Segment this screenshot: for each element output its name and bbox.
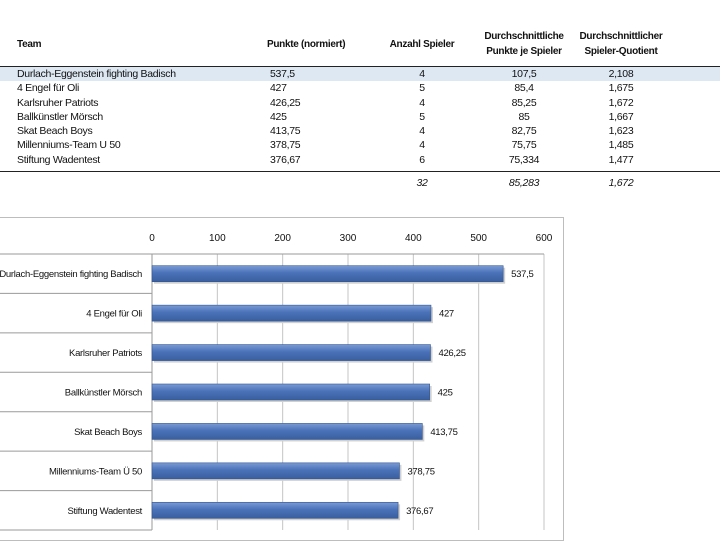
header-team: Team xyxy=(0,22,240,67)
cell-avg: 85,25 xyxy=(511,96,537,109)
bar xyxy=(151,304,432,322)
x-tick-label: 300 xyxy=(340,233,357,244)
header-quotient-line1: Durchschnittlicher xyxy=(579,31,663,42)
team-stats-table: Team Punkte (normiert) Anzahl Spieler Du… xyxy=(0,22,720,195)
x-tick-label: 0 xyxy=(149,233,155,244)
cell-players: 4 xyxy=(419,139,425,152)
header-players: Anzahl Spieler xyxy=(370,22,474,67)
cell-team: Durlach-Eggenstein fighting Badisch xyxy=(0,66,240,82)
bar xyxy=(151,344,431,361)
bar xyxy=(151,423,423,440)
cell-quotient: 1,477 xyxy=(608,153,634,166)
header-quotient: Durchschnittlicher Spieler-Quotient xyxy=(574,22,668,67)
cell-avg: 85,4 xyxy=(514,82,534,95)
table-row: Ballkünstler Mörsch 425 5 85 1,667 xyxy=(0,110,720,124)
cell-team: Ballkünstler Mörsch xyxy=(17,110,103,123)
data-label: 413,75 xyxy=(430,427,457,438)
category-label: Durlach-Eggenstein fighting Badisch xyxy=(0,269,142,280)
cell-team: 4 Engel für Oli xyxy=(17,82,80,95)
total-avg: 85,283 xyxy=(474,171,574,195)
cell-team: Karlsruher Patriots xyxy=(17,96,99,109)
bar xyxy=(151,501,399,519)
cell-team: Skat Beach Boys xyxy=(17,125,93,138)
totals-row: 32 85,283 1,672 xyxy=(0,171,720,195)
header-quotient-line2: Spieler-Quotient xyxy=(584,46,658,57)
cell-points: 413,75 xyxy=(270,125,301,138)
header-avg-points-line1: Durchschnittliche xyxy=(484,31,564,42)
cell-avg: 85 xyxy=(518,110,530,123)
bar xyxy=(151,383,430,401)
x-tick-label: 400 xyxy=(405,233,422,244)
cell-points: 376,67 xyxy=(270,153,301,166)
cell-avg: 82,75 xyxy=(511,125,537,138)
header-avg-points-line2: Punkte je Spieler xyxy=(486,46,562,57)
cell-players: 4 xyxy=(370,66,474,82)
cell-players: 4 xyxy=(419,125,425,138)
data-label: 537,5 xyxy=(511,269,533,280)
table-row: Millenniums-Team U 50 378,75 4 75,75 1,4… xyxy=(0,138,720,152)
cell-points: 425 xyxy=(270,110,287,123)
category-label: Skat Beach Boys xyxy=(74,427,142,438)
cell-points: 427 xyxy=(270,82,287,95)
bar xyxy=(151,265,504,283)
cell-players: 6 xyxy=(419,153,425,166)
cell-avg: 107,5 xyxy=(474,66,574,82)
category-label: Millenniums-Team Ü 50 xyxy=(49,466,142,477)
header-avg-points: Durchschnittliche Punkte je Spieler xyxy=(474,22,574,67)
cell-avg: 75,334 xyxy=(508,153,540,166)
data-label: 426,25 xyxy=(438,348,465,359)
cell-quotient: 2,108 xyxy=(574,66,668,82)
table-row: Skat Beach Boys 413,75 4 82,75 1,623 xyxy=(0,124,720,138)
x-tick-label: 500 xyxy=(470,233,487,244)
category-label: Ballkünstler Mörsch xyxy=(65,388,142,399)
cell-team: Stiftung Wadentest xyxy=(17,153,100,166)
x-tick-label: 200 xyxy=(274,233,291,244)
category-label: Stiftung Wadentest xyxy=(67,506,142,517)
x-tick-label: 100 xyxy=(209,233,226,244)
x-tick-label: 600 xyxy=(536,233,553,244)
cell-players: 5 xyxy=(419,82,425,95)
cell-avg: 75,75 xyxy=(511,139,537,152)
cell-points: 537,5 xyxy=(240,66,370,82)
table-row: Durlach-Eggenstein fighting Badisch 537,… xyxy=(0,66,720,82)
cell-quotient: 1,672 xyxy=(608,96,634,109)
bar-chart-svg: 0 100 200 300 400 500 600 Durlach-Eggenstein fi… xyxy=(0,233,553,531)
data-label: 376,67 xyxy=(406,506,433,517)
cell-team: Millenniums-Team U 50 xyxy=(17,139,121,152)
data-label: 378,75 xyxy=(407,466,434,477)
total-quotient: 1,672 xyxy=(574,171,668,195)
category-label: 4 Engel für Oli xyxy=(86,309,142,320)
header-points: Punkte (normiert) xyxy=(240,22,370,67)
cell-points: 378,75 xyxy=(270,139,301,152)
cell-quotient: 1,667 xyxy=(608,110,634,123)
total-players: 32 xyxy=(370,171,474,195)
cell-quotient: 1,675 xyxy=(608,82,634,95)
data-label: 425 xyxy=(438,388,453,399)
category-label: Karlsruher Patriots xyxy=(69,348,143,359)
cell-quotient: 1,485 xyxy=(608,139,634,152)
table-row: 4 Engel für Oli 427 5 85,4 1,675 xyxy=(0,81,720,95)
table-row: Karlsruher Patriots 426,25 4 85,25 1,672 xyxy=(0,96,720,110)
points-bar-chart: 0 100 200 300 400 500 600 Durlach-Eggenstein fi… xyxy=(0,217,564,541)
data-label: 427 xyxy=(439,309,454,320)
cell-points: 426,25 xyxy=(270,96,301,109)
cell-quotient: 1,623 xyxy=(608,125,634,138)
table-header-row: Team Punkte (normiert) Anzahl Spieler Du… xyxy=(0,22,720,67)
bar xyxy=(151,462,400,480)
cell-players: 5 xyxy=(419,110,425,123)
header-extra xyxy=(668,22,720,67)
table-row: Stiftung Wadentest 376,67 6 75,334 1,477 xyxy=(0,153,720,167)
cell-players: 4 xyxy=(419,96,425,109)
